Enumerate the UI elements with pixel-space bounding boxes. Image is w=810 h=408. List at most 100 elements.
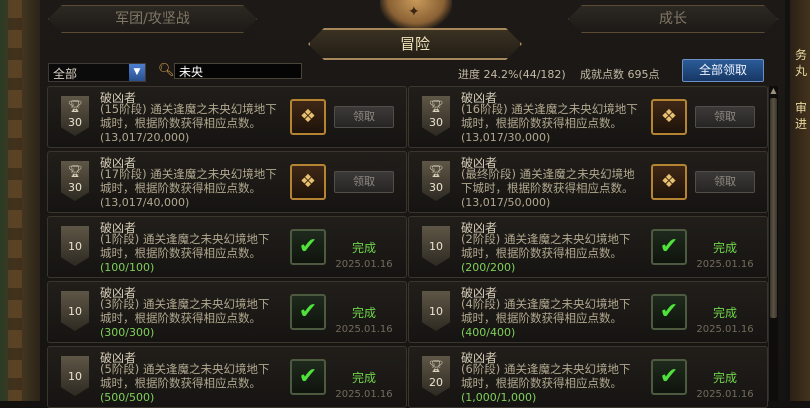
achievement-card: 10 破凶者 (1阶段) 通关逢魔之未央幻境地下城时，根据阶数获得相应点数。 (100…: [47, 216, 407, 278]
trophy-icon: 🏆︎: [428, 359, 444, 373]
category-select-value: 全部: [53, 67, 78, 81]
badge-points: 10: [68, 305, 82, 318]
badge-points: 10: [429, 240, 443, 253]
status-complete: 完成: [712, 241, 737, 255]
completion-date: 2025.01.16: [696, 389, 754, 400]
progress-text: 进度 24.2%(44/182): [458, 68, 566, 81]
points-badge: 🏆︎ 30: [61, 96, 89, 136]
badge-points: 10: [68, 370, 82, 383]
trophy-icon: 🏆︎: [428, 99, 444, 113]
check-icon: ✔: [290, 229, 326, 265]
scroll-up-arrow-icon[interactable]: ▲: [769, 86, 778, 96]
scrollbar[interactable]: ▲: [768, 86, 778, 401]
search-input[interactable]: [174, 63, 302, 79]
achievement-progress: (1,000/1,000): [461, 391, 537, 404]
achievement-progress: (13,017/40,000): [100, 196, 190, 209]
completion-date: 2025.01.16: [335, 389, 393, 400]
achievement-card: 10 破凶者 (5阶段) 通关逢魔之未央幻境地下城时，根据阶数获得相应点数。 (500…: [47, 346, 407, 408]
achievement-progress: (300/300): [100, 326, 155, 339]
achievement-progress: (400/400): [461, 326, 516, 339]
badge-points: 30: [68, 116, 82, 129]
claim-button[interactable]: 领取: [695, 171, 755, 193]
status-complete: 完成: [712, 306, 737, 320]
achievement-desc: (1阶段) 通关逢魔之未央幻境地下城时，根据阶数获得相应点数。: [100, 232, 270, 260]
achievement-progress: (13,017/30,000): [461, 131, 551, 144]
achievement-card: 🏆︎ 30 破凶者 (16阶段) 通关逢魔之未央幻境地下城时，根据阶数获得相应点数。(…: [408, 86, 768, 148]
reward-box-icon[interactable]: ❖: [651, 164, 687, 200]
completion-date: 2025.01.16: [335, 259, 393, 270]
achievement-progress: (13,017/20,000): [100, 131, 190, 144]
claim-button[interactable]: 领取: [334, 106, 394, 128]
trophy-icon: 🏆︎: [428, 164, 444, 178]
tab-growth[interactable]: 成长: [568, 5, 778, 33]
points-badge: 10: [61, 356, 89, 396]
status-complete: 完成: [712, 371, 737, 385]
achievement-card: 10 破凶者 (4阶段) 通关逢魔之未央幻境地下城时，根据阶数获得相应点数。 (400…: [408, 281, 768, 343]
achievement-card: 🏆︎ 30 破凶者 (17阶段) 通关逢魔之未央幻境地下城时，根据阶数获得相应点数。(…: [47, 151, 407, 213]
achievement-progress: (100/100): [100, 261, 155, 274]
achievement-desc: (5阶段) 通关逢魔之未央幻境地下城时，根据阶数获得相应点数。: [100, 362, 270, 390]
achievement-desc: (2阶段) 通关逢魔之未央幻境地下城时，根据阶数获得相应点数。: [461, 232, 631, 260]
reward-box-icon[interactable]: ❖: [651, 99, 687, 135]
achievement-card: 🏆︎ 20 破凶者 (6阶段) 通关逢魔之未央幻境地下城时，根据阶数获得相应点数。 (1…: [408, 346, 768, 408]
achievement-progress: (13,017/50,000): [461, 196, 551, 209]
claim-button[interactable]: 领取: [695, 106, 755, 128]
points-badge: 🏆︎ 30: [61, 161, 89, 201]
achievement-card: 🏆︎ 30 破凶者 (15阶段) 通关逢魔之未央幻境地下城时，根据阶数获得相应点数。(…: [47, 86, 407, 148]
reward-box-icon[interactable]: ❖: [290, 164, 326, 200]
completion-date: 2025.01.16: [696, 259, 754, 270]
category-select[interactable]: 全部 ▼: [48, 63, 146, 82]
compass-ornament: ✦: [380, 0, 452, 30]
status-complete: 完成: [351, 241, 376, 255]
check-icon: ✔: [290, 359, 326, 395]
points-badge: 🏆︎ 30: [422, 96, 450, 136]
achievement-desc: (6阶段) 通关逢魔之未央幻境地下城时，根据阶数获得相应点数。: [461, 362, 631, 390]
badge-points: 30: [429, 116, 443, 129]
check-icon: ✔: [651, 359, 687, 395]
claim-all-button[interactable]: 全部领取: [682, 59, 764, 82]
achievement-desc: (4阶段) 通关逢魔之未央幻境地下城时，根据阶数获得相应点数。: [461, 297, 631, 325]
trophy-icon: 🏆︎: [67, 99, 83, 113]
scroll-thumb[interactable]: [770, 98, 777, 318]
badge-points: 10: [429, 305, 443, 318]
points-badge: 10: [422, 226, 450, 266]
side-text-3[interactable]: 审: [795, 100, 810, 116]
achievement-card: 🏆︎ 30 破凶者 (最终阶段) 通关逢魔之未央幻境地下城时，根据阶数获得相应点数。(…: [408, 151, 768, 213]
achievement-desc: (3阶段) 通关逢魔之未央幻境地下城时，根据阶数获得相应点数。: [100, 297, 270, 325]
tab-legion[interactable]: 军团/攻坚战: [48, 5, 257, 33]
achievement-progress: (200/200): [461, 261, 516, 274]
reward-box-icon[interactable]: ❖: [290, 99, 326, 135]
achievement-card: 10 破凶者 (3阶段) 通关逢魔之未央幻境地下城时，根据阶数获得相应点数。 (300…: [47, 281, 407, 343]
tab-adventure-active[interactable]: 冒险: [308, 28, 522, 60]
side-text-1[interactable]: 务: [795, 47, 810, 63]
completion-date: 2025.01.16: [696, 324, 754, 335]
achievement-progress: (500/500): [100, 391, 155, 404]
achievement-desc: (15阶段) 通关逢魔之未央幻境地下城时，根据阶数获得相应点数。: [100, 102, 277, 130]
side-text-2[interactable]: 丸: [795, 63, 810, 79]
trophy-icon: 🏆︎: [67, 164, 83, 178]
side-text-4[interactable]: 进: [795, 116, 810, 132]
claim-button[interactable]: 领取: [334, 171, 394, 193]
points-badge: 🏆︎ 30: [422, 161, 450, 201]
status-complete: 完成: [351, 306, 376, 320]
search-icon: 🔍︎: [158, 63, 175, 78]
achievement-desc: (17阶段) 通关逢魔之未央幻境地下城时，根据阶数获得相应点数。: [100, 167, 277, 195]
badge-points: 20: [429, 376, 443, 389]
points-badge: 10: [61, 226, 89, 266]
check-icon: ✔: [651, 294, 687, 330]
status-complete: 完成: [351, 371, 376, 385]
check-icon: ✔: [290, 294, 326, 330]
achievement-desc: (最终阶段) 通关逢魔之未央幻境地下城时，根据阶数获得相应点数。: [461, 167, 635, 195]
badge-points: 30: [429, 181, 443, 194]
completion-date: 2025.01.16: [335, 324, 393, 335]
left-scenery: [0, 0, 40, 401]
badge-points: 10: [68, 240, 82, 253]
chevron-down-icon[interactable]: ▼: [129, 64, 145, 81]
badge-points: 30: [68, 181, 82, 194]
points-badge: 10: [422, 291, 450, 331]
achievement-card: 10 破凶者 (2阶段) 通关逢魔之未央幻境地下城时，根据阶数获得相应点数。 (200…: [408, 216, 768, 278]
achievement-points: 成就点数 695点: [580, 68, 660, 81]
compass-icon: ✦: [408, 4, 420, 20]
points-badge: 🏆︎ 20: [422, 356, 450, 396]
points-badge: 10: [61, 291, 89, 331]
